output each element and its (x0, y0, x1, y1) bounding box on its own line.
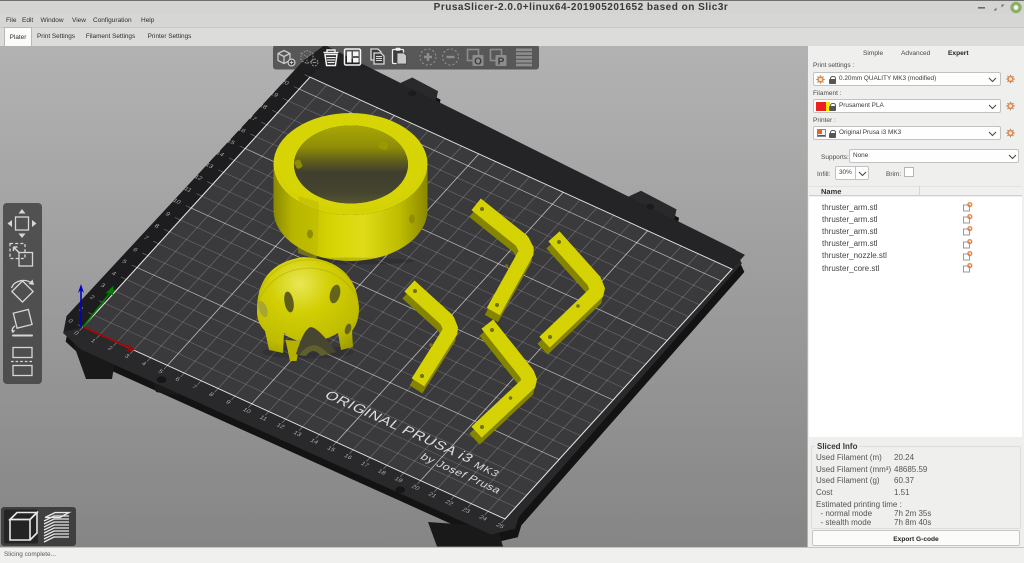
svg-text:O: O (474, 57, 482, 68)
svg-text:P: P (498, 57, 505, 68)
